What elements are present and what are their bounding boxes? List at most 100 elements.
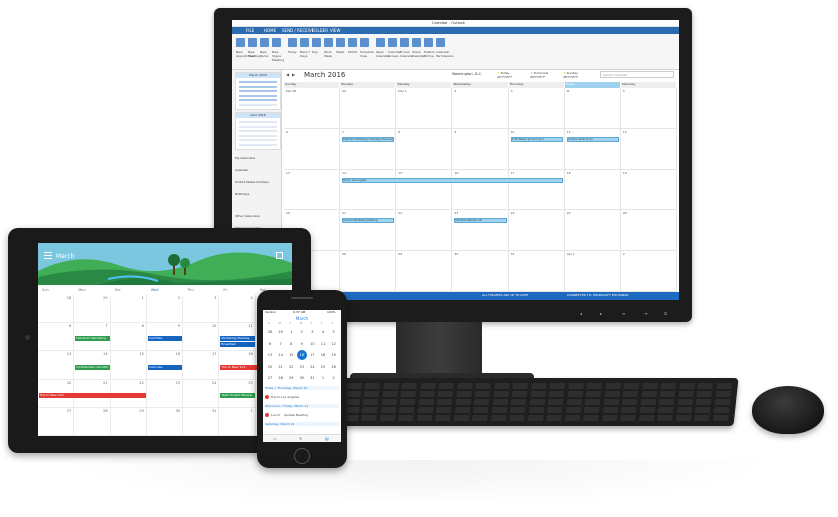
tablet-day-cell[interactable]: 24	[183, 379, 220, 408]
phone-day[interactable]: 7	[276, 339, 286, 349]
day-cell[interactable]: 17	[508, 169, 565, 211]
tablet-day-cell[interactable]: 10	[183, 323, 220, 352]
tablet-day-cell[interactable]: 2	[146, 295, 184, 324]
phone-day[interactable]: 6	[265, 339, 275, 349]
phone-day[interactable]: 13	[265, 350, 275, 360]
bezel-input-icon[interactable]: ⇥	[644, 311, 647, 316]
day-cell[interactable]: 18	[564, 169, 621, 211]
phone-day[interactable]: 29	[276, 327, 286, 337]
ribbon-button-icon[interactable]	[360, 38, 369, 47]
tablet-event[interactable]: Trip to New York	[39, 392, 146, 398]
tab-mail-icon[interactable]: ✉	[299, 436, 302, 441]
agenda-event[interactable]: Trip to Los Angeles	[265, 395, 339, 399]
day-cell[interactable]: 8	[396, 128, 453, 170]
phone-day[interactable]: 1	[286, 327, 296, 337]
phone-day[interactable]: 21	[276, 362, 286, 372]
menu-folder[interactable]: FOLDER	[312, 28, 328, 33]
bezel-power-icon[interactable]: ⏻	[664, 311, 667, 316]
tablet-event[interactable]: Fabrikam Marketing	[75, 336, 110, 342]
tab-files-icon[interactable]: ▤	[325, 436, 329, 441]
ribbon-button-icon[interactable]	[376, 38, 385, 47]
day-cell[interactable]: 7	[340, 128, 397, 170]
phone-day[interactable]: 14	[276, 350, 286, 360]
phone-day[interactable]: 26	[329, 362, 339, 372]
phone-day[interactable]: 27	[265, 373, 275, 383]
phone-day[interactable]: 18	[318, 350, 328, 360]
calendar-event[interactable]: Fabrikam Marketing Campaign Planning Mee…	[342, 136, 395, 142]
day-cell[interactable]: 14	[340, 169, 397, 211]
tablet-day-cell[interactable]: 1	[110, 295, 147, 324]
phone-day[interactable]: 30	[297, 373, 307, 383]
tablet-day-cell[interactable]: 3	[183, 295, 220, 324]
day-cell[interactable]: 23	[452, 210, 509, 252]
phone-day[interactable]: 19	[329, 350, 339, 360]
day-cell[interactable]: 2	[452, 88, 509, 129]
folder-item[interactable]: My Calendars	[235, 156, 255, 160]
ribbon-button-icon[interactable]	[300, 38, 309, 47]
ribbon-button-icon[interactable]	[436, 38, 445, 47]
day-cell[interactable]: 29	[396, 251, 453, 292]
phone-day[interactable]: 1	[318, 373, 328, 383]
folder-item[interactable]: Birthdays	[235, 192, 249, 196]
ribbon-button-icon[interactable]	[348, 38, 357, 47]
day-cell[interactable]: 16	[452, 169, 509, 211]
tablet-day-cell[interactable]: 28	[74, 407, 111, 436]
day-cell[interactable]: 12	[620, 128, 677, 170]
tablet-day-cell[interactable]: 23	[146, 379, 184, 408]
day-cell[interactable]: 24	[508, 210, 565, 252]
day-cell[interactable]: Mar 1	[396, 88, 453, 129]
tablet-day-cell[interactable]: 29	[74, 295, 111, 324]
phone-day[interactable]: 4	[318, 327, 328, 337]
phone-day[interactable]: 3	[307, 327, 317, 337]
menu-home[interactable]: HOME	[264, 28, 276, 33]
ribbon-button-icon[interactable]	[248, 38, 257, 47]
day-cell[interactable]: 5	[620, 88, 677, 129]
day-cell[interactable]: 4	[564, 88, 621, 129]
phone-day[interactable]: 15	[286, 350, 296, 360]
calendar-event[interactable]: 4:30 Tailspin product sync	[510, 136, 563, 142]
tablet-day-cell[interactable]: 1	[219, 407, 256, 436]
day-cell[interactable]: 31	[508, 251, 565, 292]
day-cell[interactable]: 19	[620, 169, 677, 211]
tablet-day-cell[interactable]: 29	[110, 407, 147, 436]
day-cell[interactable]: 9	[452, 128, 509, 170]
phone-day[interactable]: 24	[307, 362, 317, 372]
day-cell[interactable]: 28	[340, 251, 397, 292]
calendar-event[interactable]: Contoso team lunch	[566, 136, 619, 142]
ribbon-button-icon[interactable]	[260, 38, 269, 47]
day-cell[interactable]: 15	[396, 169, 453, 211]
ribbon-button-icon[interactable]	[272, 38, 281, 47]
tablet-day-cell[interactable]: 17	[183, 351, 220, 380]
ribbon-button-icon[interactable]	[288, 38, 297, 47]
tablet-event[interactable]: Call Mike	[147, 336, 183, 342]
tablet-day-cell[interactable]: 28	[38, 295, 75, 324]
phone-day[interactable]: 28	[265, 327, 275, 337]
calendar-event[interactable]: Contoso Marketing Meeting	[342, 218, 395, 224]
phone-day[interactable]: 8	[286, 339, 296, 349]
day-cell[interactable]: Apr 1	[564, 251, 621, 292]
day-cell[interactable]: 25	[564, 210, 621, 252]
tablet-day-cell[interactable]: 30	[146, 407, 184, 436]
tablet-event[interactable]: Call Luke	[147, 364, 183, 370]
tablet-home-button[interactable]	[25, 335, 30, 340]
phone-day[interactable]: 25	[318, 362, 328, 372]
folder-item[interactable]: United States holidays	[235, 180, 269, 184]
phone-day[interactable]: 28	[276, 373, 286, 383]
phone-day[interactable]: 16	[296, 350, 307, 360]
menu-send-receive[interactable]: SEND / RECEIVE	[282, 28, 314, 33]
menu-view[interactable]: VIEW	[330, 28, 340, 33]
tablet-day-cell[interactable]: 27	[38, 407, 75, 436]
day-cell[interactable]: 29	[340, 88, 397, 129]
tab-calendar-icon[interactable]: ▭	[273, 436, 277, 441]
tablet-event[interactable]: Breakfast	[220, 342, 255, 348]
phone-month-title[interactable]: March	[263, 316, 341, 321]
ribbon-button-icon[interactable]	[236, 38, 245, 47]
tablet-day-cell[interactable]: 13	[38, 351, 75, 380]
bezel-menu-icon[interactable]: ≡	[622, 311, 625, 316]
menu-file[interactable]: FILE	[246, 28, 254, 33]
ribbon-button-icon[interactable]	[336, 38, 345, 47]
folder-item[interactable]: Calendar	[235, 168, 249, 172]
prev-month-icon[interactable]: ◀	[286, 72, 289, 77]
folder-item[interactable]: Other Calendars	[235, 214, 260, 218]
day-cell[interactable]: 13	[284, 169, 341, 211]
